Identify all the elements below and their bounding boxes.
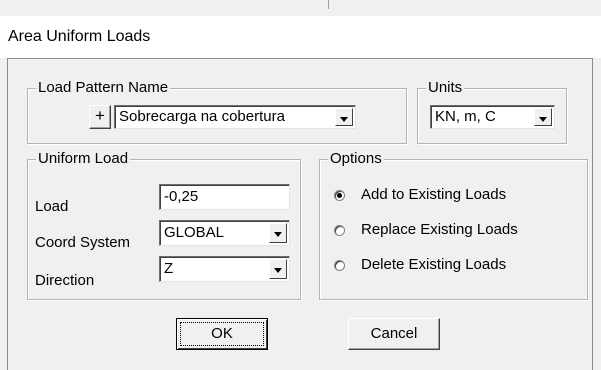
units-group: Units KN, m, C	[417, 79, 567, 144]
load-input[interactable]: -0,25	[159, 184, 290, 210]
direction-select[interactable]: Z	[159, 256, 290, 282]
coord-system-value: GLOBAL	[164, 224, 225, 241]
uniform-load-legend: Uniform Load	[36, 150, 131, 168]
radio-icon[interactable]	[334, 260, 345, 271]
option-add-to-existing[interactable]: Add to Existing Loads	[334, 186, 574, 206]
units-value: KN, m, C	[435, 108, 496, 125]
cancel-button[interactable]: Cancel	[348, 318, 440, 350]
plus-icon: +	[95, 106, 105, 125]
ok-label: OK	[211, 325, 233, 342]
direction-label: Direction	[35, 272, 95, 289]
load-label: Load	[35, 198, 69, 215]
option-label: Delete Existing Loads	[361, 256, 507, 273]
background-divider	[328, 0, 329, 9]
chevron-down-icon[interactable]	[534, 108, 552, 126]
title-bar: Area Uniform Loads	[0, 16, 601, 58]
uniform-load-group: Uniform Load Load -0,25 Coord System GLO…	[27, 150, 301, 300]
area-uniform-loads-dialog: Load Pattern Name + Sobrecarga na cobert…	[7, 58, 593, 370]
add-load-pattern-button[interactable]: +	[89, 105, 111, 129]
load-value: -0,25	[164, 188, 199, 205]
cancel-label: Cancel	[370, 325, 418, 342]
ok-button[interactable]: OK	[176, 318, 268, 350]
background-window-strip	[0, 0, 601, 16]
chevron-down-icon[interactable]	[335, 108, 353, 126]
options-legend: Options	[328, 150, 384, 168]
units-legend: Units	[426, 79, 465, 97]
options-group: Options Add to Existing Loads Replace Ex…	[319, 150, 588, 300]
chevron-down-icon[interactable]	[269, 259, 287, 279]
load-pattern-select[interactable]: Sobrecarga na cobertura	[114, 105, 356, 129]
radio-icon[interactable]	[334, 225, 345, 236]
chevron-down-icon[interactable]	[269, 223, 287, 243]
load-pattern-group: Load Pattern Name + Sobrecarga na cobert…	[27, 79, 407, 144]
option-label: Add to Existing Loads	[361, 186, 507, 203]
option-delete-existing[interactable]: Delete Existing Loads	[334, 256, 574, 276]
coord-system-select[interactable]: GLOBAL	[159, 220, 290, 246]
option-label: Replace Existing Loads	[361, 221, 518, 238]
units-select[interactable]: KN, m, C	[430, 105, 555, 129]
radio-selected-icon[interactable]	[334, 190, 345, 201]
load-pattern-legend: Load Pattern Name	[36, 79, 171, 97]
window-title: Area Uniform Loads	[8, 28, 151, 45]
direction-value: Z	[164, 260, 174, 277]
load-pattern-value: Sobrecarga na cobertura	[119, 108, 285, 125]
option-replace-existing[interactable]: Replace Existing Loads	[334, 221, 574, 241]
coord-system-label: Coord System	[35, 234, 131, 251]
